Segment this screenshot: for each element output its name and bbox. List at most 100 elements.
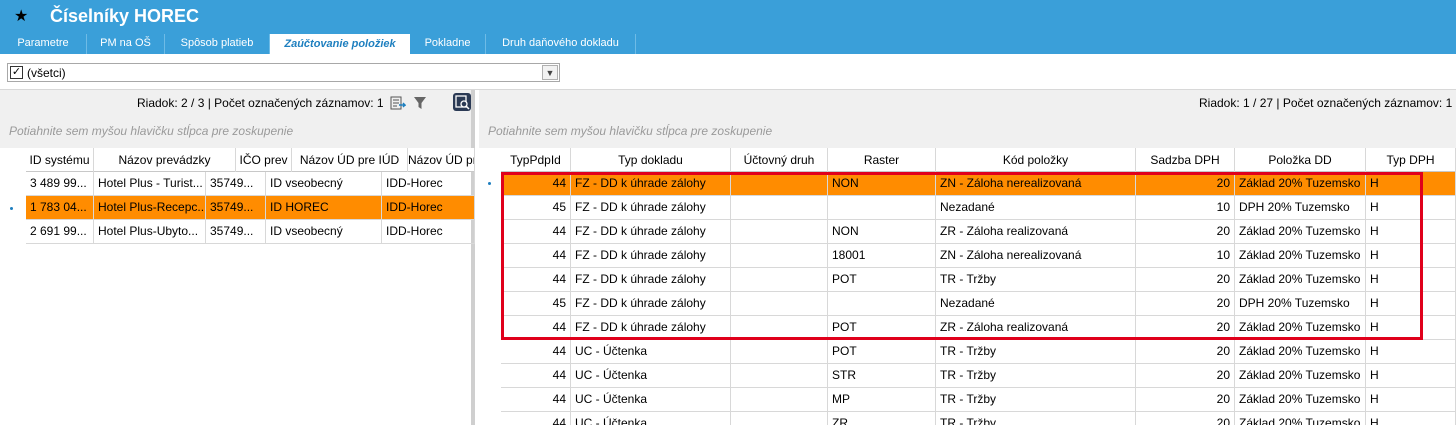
column-header[interactable]: TypPdpId xyxy=(501,148,571,172)
table-row[interactable]: 44 UC - Účtenka STR TR - Tržby 20 Základ 20% … xyxy=(501,364,1456,388)
column-header[interactable]: IČO prev xyxy=(236,148,292,172)
current-row-indicator xyxy=(488,182,491,185)
column-header[interactable]: Kód položky xyxy=(936,148,1136,172)
table-cell: H xyxy=(1366,316,1456,340)
filter-icon[interactable] xyxy=(413,96,427,110)
table-row-selected[interactable]: 1 783 04... Hotel Plus-Recepc... 35749..… xyxy=(26,196,475,220)
table-cell: FZ - DD k úhrade zálohy xyxy=(571,172,731,196)
table-cell: NON xyxy=(828,172,936,196)
table-cell: ID vseobecný xyxy=(266,172,382,196)
table-cell xyxy=(731,388,828,412)
table-cell: Základ 20% Tuzemsko xyxy=(1235,388,1366,412)
column-header[interactable]: Účtovný druh xyxy=(731,148,828,172)
prevadzka-filter-combo[interactable]: ✓ (všetci) ▼ xyxy=(7,63,560,82)
table-cell: 44 xyxy=(501,340,571,364)
chevron-down-icon[interactable]: ▼ xyxy=(542,65,558,80)
table-row[interactable]: 44 FZ - DD k úhrade zálohy NON ZR - Záloha … xyxy=(501,220,1456,244)
right-panel: Riadok: 1 / 27 | Počet označených záznam… xyxy=(479,90,1456,425)
table-cell: 35749... xyxy=(206,172,266,196)
table-cell: 20 xyxy=(1136,292,1235,316)
table-cell: 44 xyxy=(501,268,571,292)
table-cell: Základ 20% Tuzemsko xyxy=(1235,316,1366,340)
table-cell: 20 xyxy=(1136,268,1235,292)
table-row[interactable]: 44 UC - Účtenka MP TR - Tržby 20 Základ 20% T… xyxy=(501,388,1456,412)
tab-parametre[interactable]: Parametre xyxy=(0,34,87,54)
table-cell xyxy=(731,292,828,316)
right-group-panel[interactable]: Potiahnite sem myšou hlavičku stĺpca pre… xyxy=(479,116,1456,148)
table-cell xyxy=(731,340,828,364)
star-icon[interactable]: ★ xyxy=(14,6,28,26)
column-header[interactable]: Raster xyxy=(828,148,936,172)
table-cell: 44 xyxy=(501,220,571,244)
tab-pm-na-os[interactable]: PM na OŠ xyxy=(87,34,165,54)
table-cell: 20 xyxy=(1136,316,1235,340)
table-row[interactable]: 44 FZ - DD k úhrade zálohy POT TR - Tržby 20… xyxy=(501,268,1456,292)
tab-sposob-platieb[interactable]: Spôsob platieb xyxy=(165,34,270,54)
table-cell: Nezadané xyxy=(936,196,1136,220)
right-group-hint: Potiahnite sem myšou hlavičku stĺpca pre… xyxy=(488,124,773,138)
table-cell: FZ - DD k úhrade zálohy xyxy=(571,268,731,292)
column-header[interactable]: Typ dokladu xyxy=(571,148,731,172)
table-cell: H xyxy=(1366,364,1456,388)
table-row[interactable]: 44 FZ - DD k úhrade zálohy 18001 ZN - Záloh… xyxy=(501,244,1456,268)
table-cell: 44 xyxy=(501,412,571,425)
check-icon[interactable]: ✓ xyxy=(10,66,23,79)
find-panel-icon[interactable] xyxy=(452,92,472,112)
column-header[interactable]: Názov ÚD pre IÚD xyxy=(292,148,408,172)
left-group-panel[interactable]: Potiahnite sem myšou hlavičku stĺpca pre… xyxy=(0,116,471,148)
right-status-text: Riadok: 1 / 27 | Počet označených záznam… xyxy=(1199,96,1453,110)
table-row[interactable]: 44 UC - Účtenka ZR TR - Tržby 20 Základ 20% T… xyxy=(501,412,1456,425)
table-row[interactable]: 44 FZ - DD k úhrade zálohy POT ZR - Záloha … xyxy=(501,316,1456,340)
left-grid-header: ID systému Názov prevádzky IČO prev Názo… xyxy=(26,148,475,172)
table-row[interactable]: 45 FZ - DD k úhrade zálohy Nezadané 10 DPH 2… xyxy=(501,196,1456,220)
table-row-selected[interactable]: 44 FZ - DD k úhrade zálohy NON ZN - Záloha … xyxy=(501,172,1456,196)
table-cell: FZ - DD k úhrade zálohy xyxy=(571,244,731,268)
title-bar: ★ Číselníky HOREC xyxy=(0,0,1456,34)
table-cell: H xyxy=(1366,268,1456,292)
table-row[interactable]: 44 UC - Účtenka POT TR - Tržby 20 Základ 20% … xyxy=(501,340,1456,364)
table-cell xyxy=(828,196,936,220)
tab-zauctovanie-poloziek[interactable]: Zaúčtovanie položiek xyxy=(270,34,410,54)
table-cell: IDD-Horec xyxy=(382,196,475,220)
table-cell: FZ - DD k úhrade zálohy xyxy=(571,220,731,244)
column-header[interactable]: Sadzba DPH xyxy=(1136,148,1235,172)
table-row[interactable]: 2 691 99... Hotel Plus-Ubyto... 35749...… xyxy=(26,220,475,244)
column-header[interactable]: Názov prevádzky xyxy=(94,148,236,172)
table-cell: TR - Tržby xyxy=(936,388,1136,412)
filter-bar: ✓ (všetci) ▼ xyxy=(0,54,1456,90)
table-cell: H xyxy=(1366,340,1456,364)
right-status-bar: Riadok: 1 / 27 | Počet označených záznam… xyxy=(479,90,1456,116)
table-cell: H xyxy=(1366,412,1456,425)
table-cell: ZR - Záloha realizovaná xyxy=(936,220,1136,244)
column-header[interactable]: Položka DD xyxy=(1235,148,1366,172)
table-cell xyxy=(731,220,828,244)
table-cell: 20 xyxy=(1136,340,1235,364)
column-header[interactable]: Typ DPH xyxy=(1366,148,1456,172)
table-row[interactable]: 3 489 99... Hotel Plus - Turist... 35749… xyxy=(26,172,475,196)
table-cell: 20 xyxy=(1136,412,1235,425)
table-cell: 20 xyxy=(1136,388,1235,412)
table-cell: POT xyxy=(828,340,936,364)
table-cell: TR - Tržby xyxy=(936,340,1136,364)
table-row[interactable]: 45 FZ - DD k úhrade zálohy Nezadané 20 DPH 2… xyxy=(501,292,1456,316)
column-header[interactable]: ID systému xyxy=(26,148,94,172)
table-cell: 44 xyxy=(501,364,571,388)
table-cell: Hotel Plus-Ubyto... xyxy=(94,220,206,244)
table-cell: 44 xyxy=(501,172,571,196)
column-header[interactable]: Názov ÚD pre ID xyxy=(408,148,475,172)
table-cell: UC - Účtenka xyxy=(571,388,731,412)
table-cell xyxy=(731,196,828,220)
table-cell: ZR - Záloha realizovaná xyxy=(936,316,1136,340)
table-cell: H xyxy=(1366,292,1456,316)
table-cell: H xyxy=(1366,172,1456,196)
table-cell: FZ - DD k úhrade zálohy xyxy=(571,292,731,316)
table-cell xyxy=(828,292,936,316)
tab-pokladne[interactable]: Pokladne xyxy=(410,34,486,54)
table-cell: 45 xyxy=(501,196,571,220)
tab-druh-danoveho-dokladu[interactable]: Druh daňového dokladu xyxy=(486,34,636,54)
export-icon[interactable] xyxy=(390,96,406,111)
table-cell: FZ - DD k úhrade zálohy xyxy=(571,196,731,220)
table-cell: 2 691 99... xyxy=(26,220,94,244)
table-cell: UC - Účtenka xyxy=(571,340,731,364)
table-cell: Nezadané xyxy=(936,292,1136,316)
